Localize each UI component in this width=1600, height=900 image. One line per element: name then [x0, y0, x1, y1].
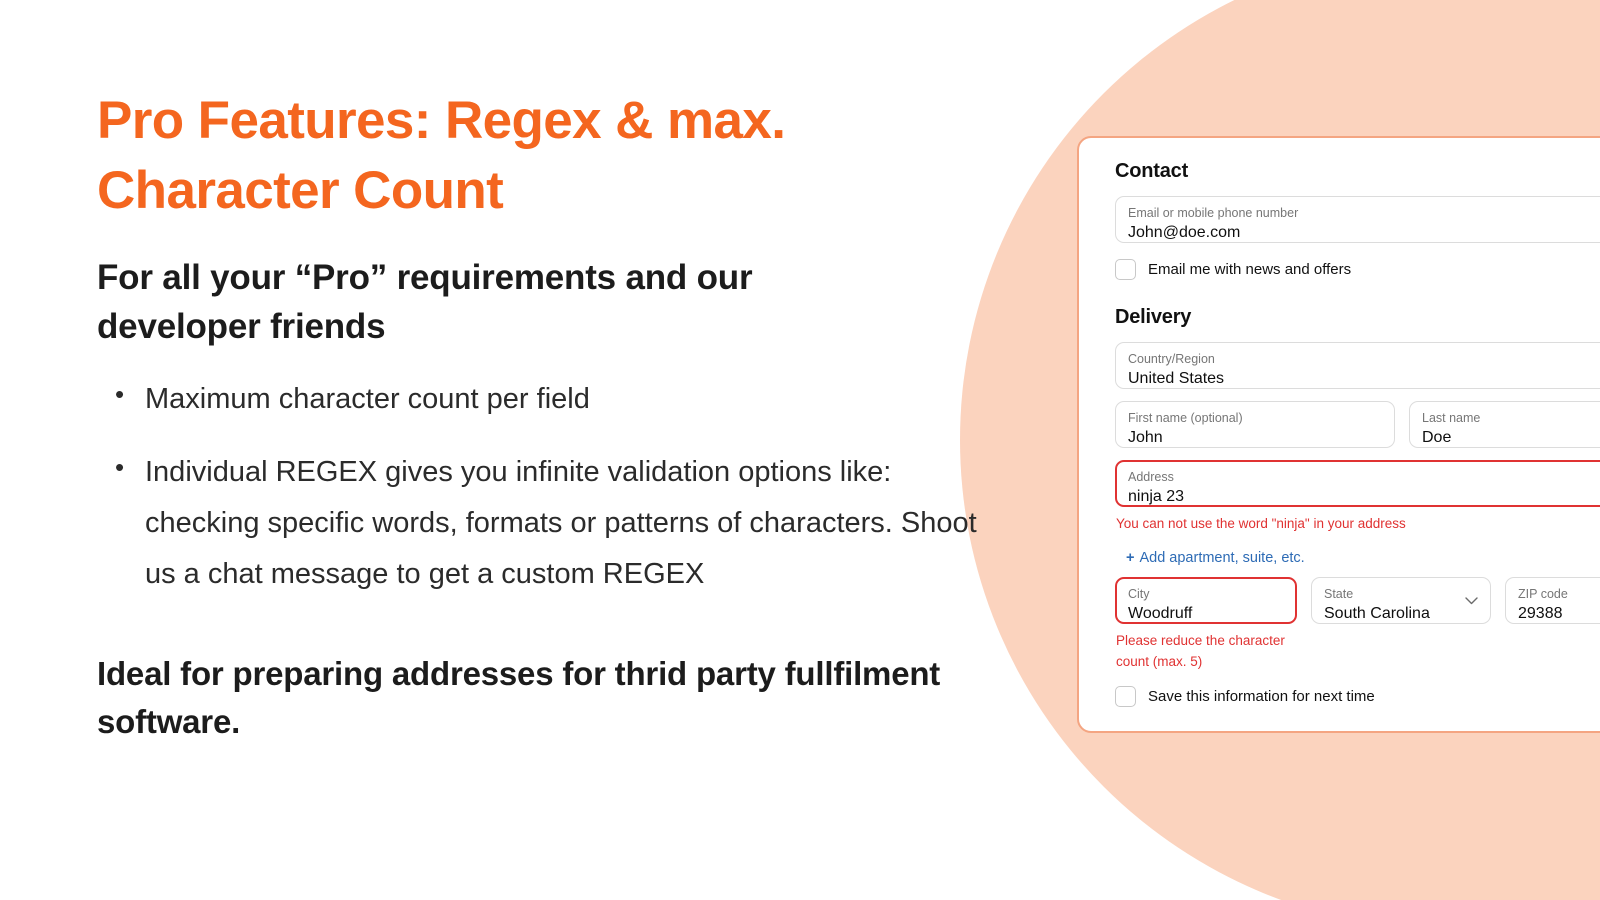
last-name-field-label: Last name — [1422, 411, 1481, 425]
country-region-field-value: United States — [1128, 369, 1225, 387]
add-apartment-link[interactable]: + Add apartment, suite, etc. — [1126, 550, 1305, 566]
email-field-value: John@doe.com — [1128, 223, 1241, 241]
last-name-field[interactable]: Last name Doe — [1409, 401, 1600, 448]
checkout-form-card: Contact Email or mobile phone number Joh… — [1077, 136, 1600, 733]
country-region-field[interactable]: Country/Region United States — [1115, 342, 1600, 389]
address-field[interactable]: Address ninja 23 — [1115, 460, 1600, 507]
city-field-error-message: Please reduce the character count (max. … — [1116, 633, 1285, 669]
add-apartment-link-label: Add apartment, suite, etc. — [1139, 550, 1305, 567]
slide-canvas: Pro Features: Regex & max. Character Cou… — [0, 0, 1600, 900]
zip-code-field[interactable]: ZIP code 29388 — [1505, 577, 1600, 625]
contact-section-title: Contact — [1115, 160, 1189, 182]
zip-code-field-label: ZIP code — [1518, 587, 1568, 602]
slide-content-column: Pro Features: Regex & max. Character Cou… — [97, 86, 997, 746]
feature-list: Maximum character count per field Indivi… — [97, 372, 997, 600]
state-field-value: South Carolina — [1324, 604, 1430, 622]
first-name-field-label: First name (optional) — [1128, 411, 1243, 425]
closing-statement: Ideal for preparing addresses for thrid … — [97, 654, 959, 740]
name-fields-row: First name (optional) John Last name Doe — [1115, 401, 1600, 448]
slide-subheading: For all your “Pro” requirements and our … — [97, 257, 753, 347]
news-offers-checkbox-label: Email me with news and offers — [1148, 261, 1352, 278]
city-field-value: Woodruff — [1128, 604, 1193, 622]
list-item: Individual REGEX gives you infinite vali… — [97, 445, 997, 600]
checkbox-icon[interactable] — [1115, 259, 1136, 280]
news-offers-checkbox-row[interactable]: Email me with news and offers — [1115, 259, 1600, 280]
city-state-zip-row: City Woodruff State South Carolina ZIP c… — [1115, 577, 1600, 625]
list-item: Maximum character count per field — [97, 372, 997, 425]
email-field[interactable]: Email or mobile phone number John@doe.co… — [1115, 196, 1600, 243]
page-title: Pro Features: Regex & max. Character Cou… — [97, 91, 786, 221]
city-field[interactable]: City Woodruff — [1115, 577, 1297, 625]
delivery-section-title: Delivery — [1115, 306, 1192, 328]
address-field-value: ninja 23 — [1128, 487, 1185, 505]
zip-code-field-value: 29388 — [1518, 604, 1563, 622]
first-name-field[interactable]: First name (optional) John — [1115, 401, 1395, 448]
state-field[interactable]: State South Carolina — [1311, 577, 1491, 625]
email-field-label: Email or mobile phone number — [1128, 206, 1299, 220]
address-field-error-message: You can not use the word "ninja" in your… — [1116, 516, 1406, 531]
save-info-checkbox-row[interactable]: Save this information for next time — [1115, 685, 1600, 707]
checkbox-icon[interactable] — [1115, 685, 1136, 707]
country-region-field-label: Country/Region — [1128, 352, 1215, 366]
city-field-label: City — [1128, 587, 1150, 602]
last-name-field-value: Doe — [1422, 428, 1452, 446]
plus-icon: + — [1126, 550, 1135, 567]
first-name-field-value: John — [1128, 428, 1163, 446]
save-info-checkbox-label: Save this information for next time — [1148, 687, 1375, 705]
state-field-label: State — [1324, 587, 1354, 602]
address-field-label: Address — [1128, 470, 1174, 484]
